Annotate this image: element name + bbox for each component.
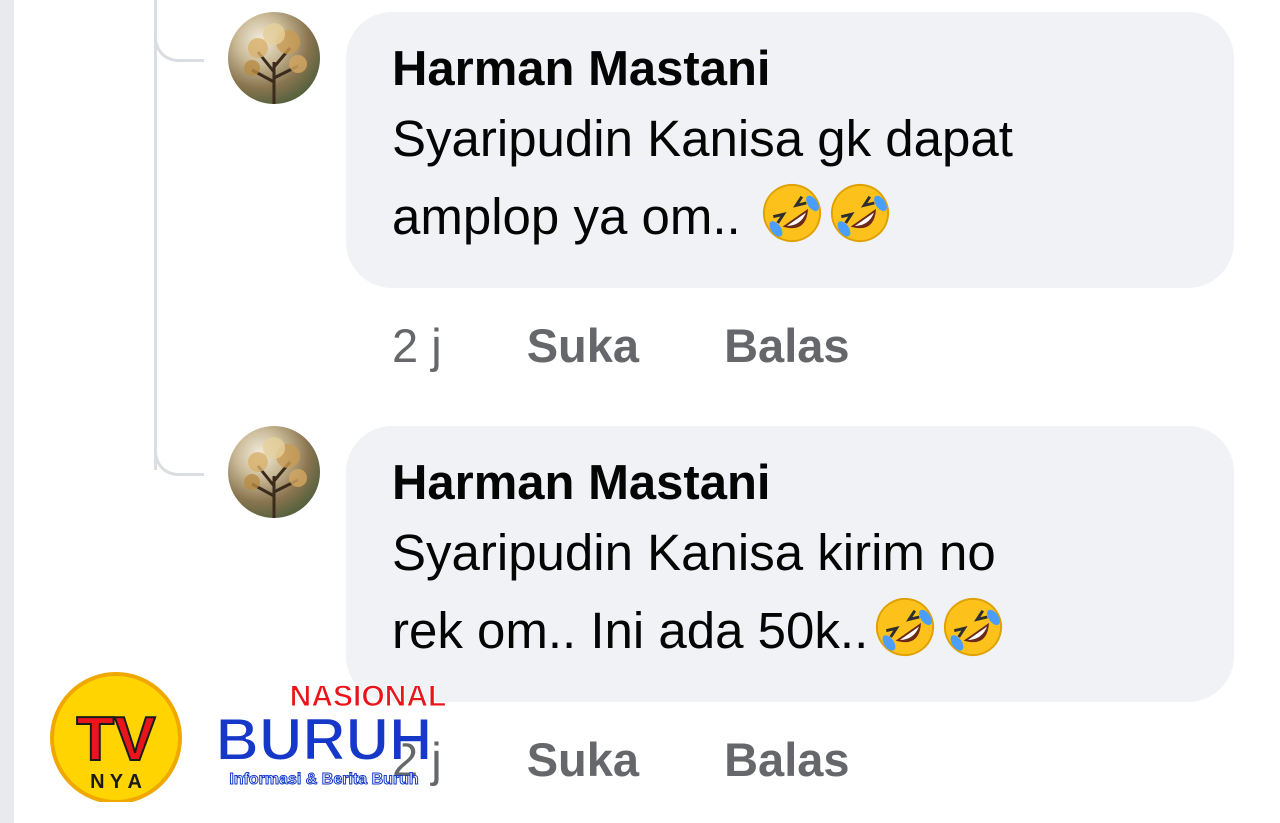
comment-text-line: Syaripudin Kanisa gk dapat — [392, 110, 1013, 167]
comment-meta: 2 j Suka Balas — [392, 318, 850, 373]
avatar-tree-icon — [244, 23, 307, 104]
tv-buruh-logo: TV N Y A NASIONAL BURUH Informasi & Beri… — [50, 672, 447, 802]
logo-badge: TV — [76, 705, 155, 774]
rolling-laughing-emoji-icon — [944, 597, 1003, 657]
like-button[interactable]: Suka — [527, 319, 639, 372]
logo-main: BURUH — [216, 706, 433, 773]
logo-tagline: Informasi & Berita Buruh — [229, 771, 418, 788]
comment-author[interactable]: Harman Mastani — [392, 38, 1188, 100]
rolling-laughing-emoji-icon — [830, 183, 889, 243]
avatar[interactable] — [228, 426, 320, 518]
avatar[interactable] — [228, 12, 320, 104]
comment-bubble: Harman Mastani Syaripudin Kanisa gk dapa… — [346, 12, 1234, 288]
reply-button[interactable]: Balas — [724, 733, 849, 786]
comment-timestamp[interactable]: 2 j — [392, 319, 442, 372]
thread-connector — [154, 440, 204, 476]
reply-button[interactable]: Balas — [724, 319, 849, 372]
comment-text-line: amplop ya om.. — [392, 178, 1188, 256]
comment-author[interactable]: Harman Mastani — [392, 452, 1188, 514]
avatar-tree-icon — [244, 437, 307, 518]
left-rail — [0, 0, 14, 823]
rolling-laughing-emoji-icon — [876, 597, 935, 657]
rolling-laughing-emoji-icon — [762, 183, 821, 243]
thread-line — [154, 0, 157, 470]
comment-text: rek om.. Ini ada 50k.. — [392, 602, 869, 659]
like-button[interactable]: Suka — [527, 733, 639, 786]
comment-bubble: Harman Mastani Syaripudin Kanisa kirim n… — [346, 426, 1234, 702]
logo-sub: N Y A — [90, 771, 142, 793]
comment-text-line: rek om.. Ini ada 50k.. — [392, 592, 1188, 670]
comment-text-line: Syaripudin Kanisa kirim no — [392, 524, 996, 581]
thread-connector — [154, 26, 204, 62]
comment-text: amplop ya om.. — [392, 188, 741, 245]
